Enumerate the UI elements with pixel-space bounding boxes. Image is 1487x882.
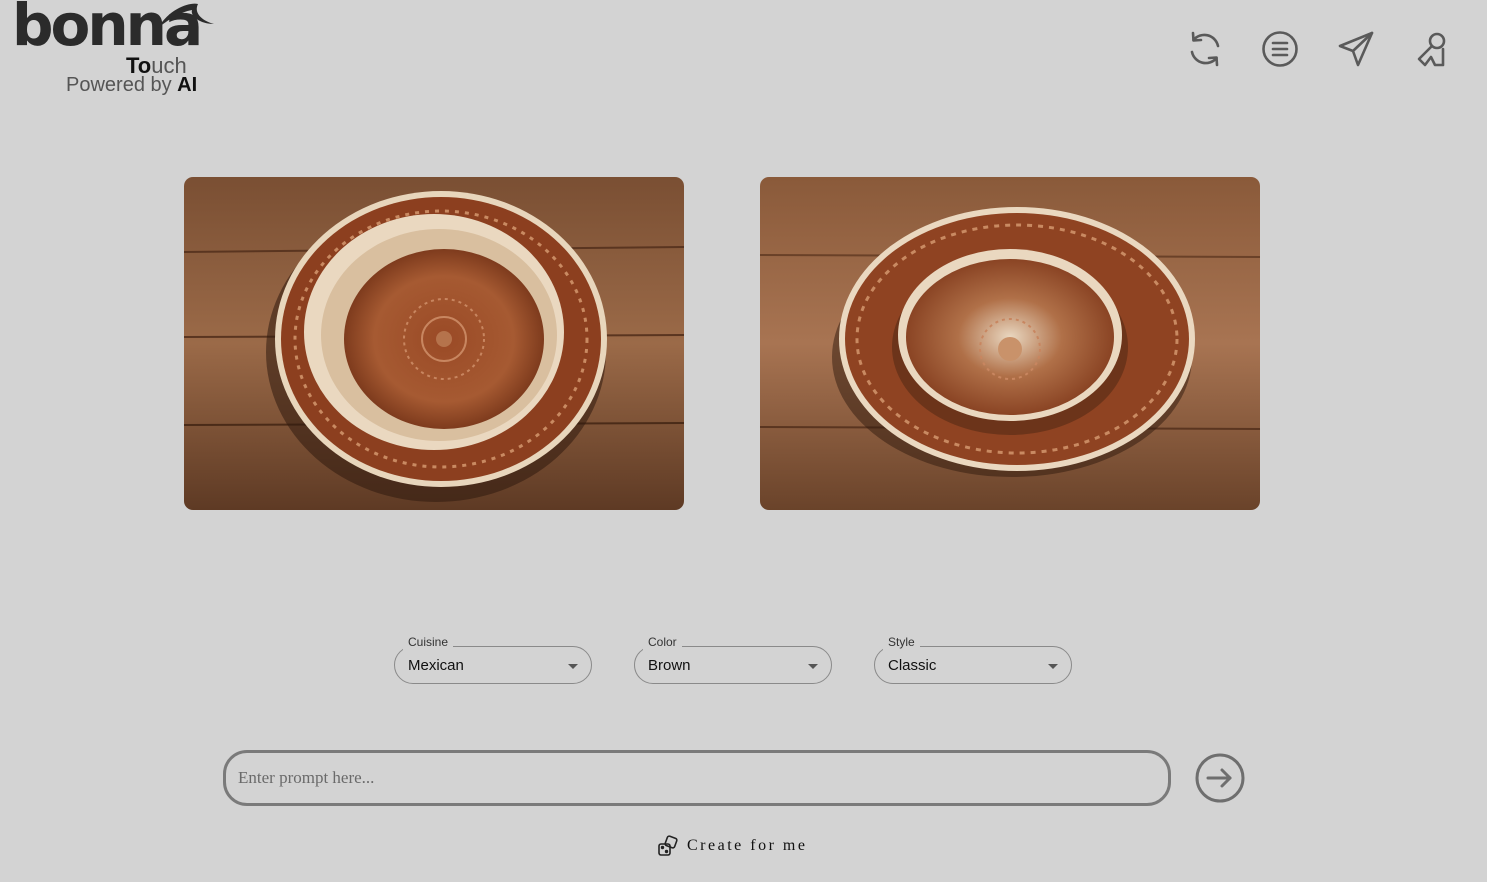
- style-label: Style: [883, 634, 920, 650]
- prompt-input[interactable]: [223, 750, 1171, 806]
- send-button[interactable]: [1335, 28, 1377, 70]
- cuisine-select[interactable]: Cuisine Mexican: [394, 634, 592, 684]
- refresh-icon: [1190, 31, 1220, 67]
- user-button[interactable]: [1412, 28, 1454, 70]
- chevron-down-icon: [568, 664, 578, 669]
- submit-button[interactable]: [1194, 752, 1246, 804]
- user-icon: [1417, 32, 1446, 67]
- color-label: Color: [643, 634, 682, 650]
- refresh-button[interactable]: [1184, 28, 1226, 70]
- chevron-down-icon: [808, 664, 818, 669]
- cuisine-value: Mexican: [408, 657, 464, 674]
- leaf-icon: [158, 3, 214, 28]
- plate-image-1[interactable]: [184, 177, 684, 510]
- menu-button[interactable]: [1259, 28, 1301, 70]
- plate-illustration-2: [760, 177, 1260, 510]
- app-page: bonna Touch Powered by AI Cuisine Mexica…: [0, 0, 1487, 882]
- style-value: Classic: [888, 657, 937, 674]
- cuisine-label: Cuisine: [403, 634, 454, 650]
- color-value: Brown: [648, 657, 691, 674]
- chevron-down-icon: [1048, 664, 1058, 669]
- plate-illustration-1: [184, 177, 684, 510]
- brand-tagline: Powered by AI: [66, 74, 198, 96]
- plate-image-2[interactable]: [760, 177, 1260, 510]
- color-select[interactable]: Color Brown: [634, 634, 832, 684]
- brand-logo[interactable]: bonna Touch Powered by AI: [12, 0, 222, 98]
- create-for-me-label: Create for me: [687, 837, 808, 854]
- dice-icon: [658, 835, 678, 856]
- send-icon: [1338, 31, 1374, 67]
- style-select[interactable]: Style Classic: [874, 634, 1072, 684]
- menu-icon: [1262, 31, 1298, 67]
- create-for-me-button[interactable]: Create for me: [657, 834, 807, 858]
- arrow-right-icon: [1195, 753, 1245, 803]
